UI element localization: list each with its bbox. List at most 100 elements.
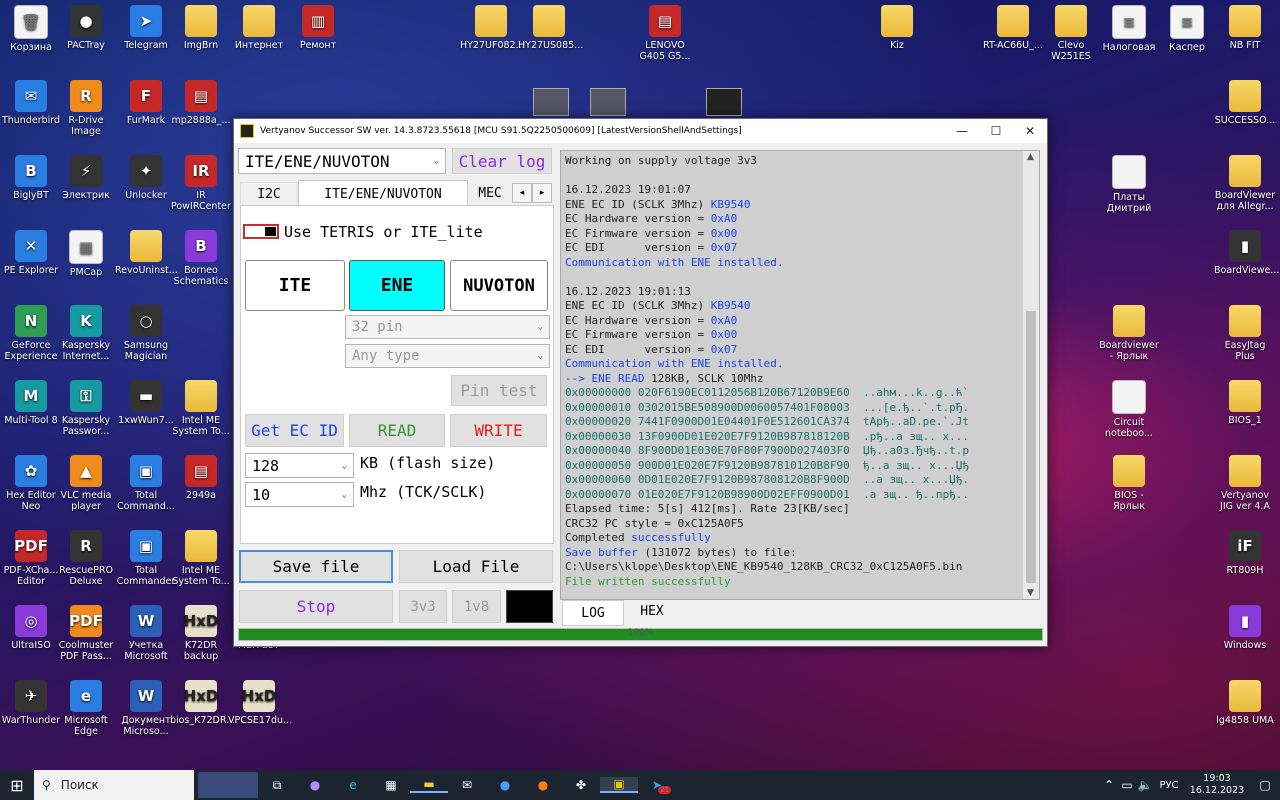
log-tab-log[interactable]: LOG [562, 600, 624, 626]
desktop-icon[interactable]: EasyJtag Plus [1214, 305, 1276, 362]
mail-icon[interactable]: ✉ [448, 778, 486, 792]
desktop-icon[interactable]: ▤ LENOVO G405 G5... [634, 5, 696, 62]
desktop-thumbnail[interactable] [533, 88, 569, 116]
desktop-icon[interactable]: RevoUninst... [115, 230, 178, 276]
frequency-select[interactable]: 10 ⌄ [245, 482, 354, 507]
mode-select[interactable]: ITE/ENE/NUVOTON ⌄ [238, 148, 446, 174]
nuvoton-button[interactable]: NUVOTON [450, 260, 548, 311]
successor-taskbar-icon[interactable]: ▣ [600, 777, 638, 793]
chip-type-select[interactable]: Any type ⌄ [345, 344, 550, 368]
desktop-icon[interactable]: HxD bios_K72DR... [170, 680, 235, 726]
tab-i2c[interactable]: I2C [240, 182, 298, 206]
use-tetris-toggle[interactable] [243, 224, 279, 239]
voltage-3v3-button[interactable]: 3v3 [399, 590, 447, 623]
minimize-button[interactable]: — [945, 124, 979, 138]
desktop-icon[interactable]: ○ Samsung Magician [115, 305, 177, 362]
desktop-icon[interactable]: NB FIT [1214, 5, 1276, 51]
tab-scroll-right[interactable]: ▸ [532, 183, 552, 203]
voltage-1v8-button[interactable]: 1v8 [452, 590, 501, 623]
desktop-icon[interactable]: 🗑 Корзина [0, 5, 62, 53]
log-tab-hex[interactable]: HEX [624, 600, 680, 622]
scroll-down-icon[interactable]: ▼ [1027, 588, 1034, 598]
thunderbird-taskbar-icon[interactable]: ● [486, 778, 524, 792]
desktop-icon[interactable]: K Kaspersky Internet... [55, 305, 117, 362]
scroll-up-icon[interactable]: ▲ [1027, 152, 1034, 162]
desktop-icon[interactable]: BIOS - Ярлык [1098, 455, 1160, 512]
desktop-icon[interactable]: Платы Дмитрий [1098, 155, 1160, 214]
desktop-icon[interactable]: e Microsoft Edge [55, 680, 117, 737]
desktop-icon[interactable]: ≡ Каспер [1156, 5, 1218, 53]
volume-icon[interactable]: 🔈 [1136, 778, 1154, 792]
stop-button[interactable]: Stop [239, 590, 393, 623]
desktop-icon[interactable]: ▣ Total Commander [115, 530, 177, 587]
desktop-icon[interactable]: ▮ Windows [1214, 605, 1276, 651]
store-icon[interactable]: ▦ [372, 778, 410, 792]
scrollbar-thumb[interactable] [1026, 311, 1036, 583]
firefox-icon[interactable]: ● [524, 778, 562, 792]
desktop-icon[interactable]: Интернет [228, 5, 290, 51]
notifications-icon[interactable]: ▢ [1250, 778, 1280, 792]
desktop-icon[interactable]: Kiz [866, 5, 928, 51]
desktop-thumbnail[interactable] [590, 88, 626, 116]
log-area[interactable]: Working on supply voltage 3v3 16.12.2023 … [560, 150, 1040, 600]
desktop-icon[interactable]: ImgBrn [170, 5, 232, 51]
desktop-icon[interactable]: ▬ 1xwWun7... [115, 380, 177, 426]
clock[interactable]: 19:03 16.12.2023 [1184, 773, 1250, 797]
desktop-icon[interactable]: RT-AC66U_... [982, 5, 1044, 51]
maximize-button[interactable]: ☐ [979, 124, 1013, 138]
desktop-icon[interactable]: Vertyanov JIG ver 4.A [1214, 455, 1276, 512]
bird-app-icon[interactable]: ✤ [562, 778, 600, 792]
desktop-icon[interactable]: ▦ PMCap [55, 230, 117, 278]
desktop-icon[interactable]: ✕ PE Explorer [0, 230, 62, 276]
desktop-icon[interactable]: SUCCESSO... [1214, 80, 1276, 126]
desktop-icon[interactable]: ⚿ Kaspersky Passwor... [55, 380, 117, 437]
explorer-icon[interactable]: ▬ [410, 777, 448, 793]
desktop-icon[interactable]: ◎ UltraISO [0, 605, 62, 651]
desktop-icon[interactable]: ▤ mp2888a_... [170, 80, 232, 126]
desktop-icon[interactable]: ✦ Unlocker [115, 155, 177, 201]
pin-test-button[interactable]: Pin test [451, 375, 547, 406]
flash-size-select[interactable]: 128 ⌄ [245, 453, 354, 478]
desktop-icon[interactable]: Intel ME System To... [170, 380, 232, 437]
desktop-icon[interactable]: R RescuePRO Deluxe [55, 530, 117, 587]
desktop-icon[interactable]: PDF PDF-XCha... Editor [0, 530, 62, 587]
start-button[interactable]: ⊞ [0, 770, 34, 800]
desktop-icon[interactable]: BoardViewer для Allegr... [1214, 155, 1276, 212]
edge-icon[interactable]: e [334, 778, 372, 792]
desktop-icon[interactable]: Clevo W251ES [1040, 5, 1102, 62]
ene-button[interactable]: ENE [349, 260, 445, 311]
desktop-icon[interactable]: PDF Coolmuster PDF Pass... [55, 605, 117, 662]
desktop-icon[interactable]: ▲ VLC media player [55, 455, 117, 512]
desktop-icon[interactable]: BIOS_1 [1214, 380, 1276, 426]
desktop-icon[interactable]: HY27US085... [518, 5, 583, 51]
desktop-icon[interactable]: ✈ WarThunder [0, 680, 62, 726]
telegram-taskbar-icon[interactable]: ➤ 21 [638, 778, 676, 794]
save-file-button[interactable]: Save file [239, 550, 393, 583]
taskbar-app-icon[interactable]: ● [296, 778, 334, 792]
desktop-icon[interactable]: B BiglyBT [0, 155, 62, 201]
desktop-icon[interactable]: W Документ Microso... [115, 680, 177, 737]
tab-mec[interactable]: MEC [470, 182, 510, 204]
desktop-icon[interactable]: ▮ BoardViewe... [1214, 230, 1279, 276]
desktop-icon[interactable]: HxD K72DR backup [170, 605, 232, 662]
desktop-icon[interactable]: B Borneo Schematics [170, 230, 232, 287]
taskbar-news-widget[interactable] [198, 772, 258, 798]
load-file-button[interactable]: Load File [399, 550, 553, 583]
desktop-icon[interactable]: M Multi-Tool 8 [0, 380, 62, 426]
title-bar[interactable]: Vertyanov Successor SW ver. 14.3.8723.55… [234, 119, 1047, 143]
language-indicator[interactable]: РУС [1154, 780, 1184, 791]
log-scrollbar[interactable]: ▲ ▼ [1023, 151, 1039, 599]
tab-ite-ene-nuvoton[interactable]: ITE/ENE/NUVOTON [298, 180, 468, 207]
desktop-icon[interactable]: HY27UF082... [460, 5, 525, 51]
desktop-icon[interactable]: ✉ Thunderbird [0, 80, 62, 126]
desktop-icon[interactable]: ≡ Налоговая [1098, 5, 1160, 53]
desktop-thumbnail[interactable] [706, 88, 742, 116]
desktop-icon[interactable]: iF RT809H [1214, 530, 1276, 576]
desktop-icon[interactable]: Circuit noteboo... [1098, 380, 1160, 439]
desktop-icon[interactable]: IR IR PowIRCenter [170, 155, 232, 212]
read-button[interactable]: READ [349, 414, 445, 447]
desktop-icon[interactable]: W Учетка Microsoft [115, 605, 177, 662]
tab-scroll-left[interactable]: ◂ [512, 183, 532, 203]
ite-button[interactable]: ITE [245, 260, 345, 311]
close-button[interactable]: ✕ [1013, 124, 1047, 138]
